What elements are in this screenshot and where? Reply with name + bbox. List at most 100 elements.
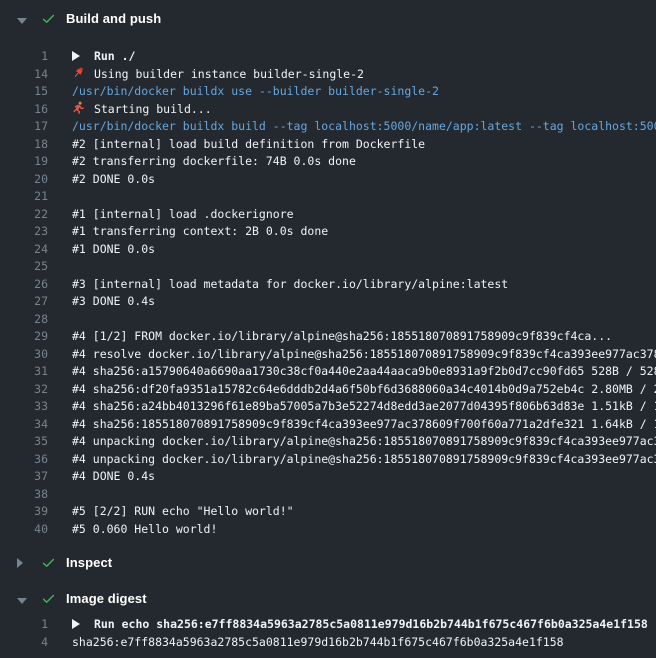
log-line[interactable]: 35#4 unpacking docker.io/library/alpine@… bbox=[0, 433, 656, 451]
log-text: /usr/bin/docker buildx build --tag local… bbox=[48, 118, 656, 136]
check-success-icon bbox=[41, 555, 57, 570]
log-line[interactable]: 24#1 DONE 0.0s bbox=[0, 241, 656, 259]
line-number[interactable]: 33 bbox=[0, 398, 48, 416]
line-number[interactable]: 25 bbox=[0, 258, 48, 276]
log-line[interactable]: 27#3 DONE 0.4s bbox=[0, 293, 656, 311]
line-number[interactable]: 16 bbox=[0, 101, 48, 119]
play-icon bbox=[72, 617, 87, 635]
play-icon bbox=[72, 49, 87, 67]
log-text: #4 DONE 0.4s bbox=[48, 468, 155, 486]
log-line[interactable]: 40#5 0.060 Hello world! bbox=[0, 521, 656, 539]
section-title: Inspect bbox=[66, 555, 112, 570]
section-header-build-and-push[interactable]: Build and push bbox=[0, 0, 656, 36]
line-number[interactable]: 38 bbox=[0, 486, 48, 504]
line-number[interactable]: 36 bbox=[0, 451, 48, 469]
log-line[interactable]: 29#4 [1/2] FROM docker.io/library/alpine… bbox=[0, 328, 656, 346]
line-number[interactable]: 29 bbox=[0, 328, 48, 346]
line-number[interactable]: 31 bbox=[0, 363, 48, 381]
line-number[interactable]: 30 bbox=[0, 346, 48, 364]
chevron-down-icon[interactable] bbox=[17, 9, 29, 28]
check-success-icon bbox=[41, 11, 57, 26]
log-line[interactable]: 20#2 DONE 0.0s bbox=[0, 171, 656, 189]
log-line[interactable]: 30#4 resolve docker.io/library/alpine@sh… bbox=[0, 346, 656, 364]
line-number[interactable]: 39 bbox=[0, 503, 48, 521]
log-line[interactable]: 21 bbox=[0, 188, 656, 206]
section-header-inspect[interactable]: Inspect bbox=[0, 544, 656, 580]
log-line[interactable]: 33#4 sha256:a24bb4013296f61e89ba57005a7b… bbox=[0, 398, 656, 416]
line-number[interactable]: 19 bbox=[0, 153, 48, 171]
log-text: #1 [internal] load .dockerignore bbox=[48, 206, 294, 224]
line-number[interactable]: 1 bbox=[0, 48, 48, 66]
log-section-inspect: Inspect bbox=[0, 544, 656, 580]
log-line[interactable]: 14 Using builder instance builder-single… bbox=[0, 66, 656, 84]
check-success-icon bbox=[41, 591, 57, 606]
log-text: #2 [internal] load build definition from… bbox=[48, 136, 425, 154]
log-text: #4 sha256:a15790640a6690aa1730c38cf0a440… bbox=[48, 363, 656, 381]
log-line[interactable]: 38 bbox=[0, 486, 656, 504]
line-number[interactable]: 27 bbox=[0, 293, 48, 311]
line-number[interactable]: 28 bbox=[0, 311, 48, 329]
log-line[interactable]: 15/usr/bin/docker buildx use --builder b… bbox=[0, 83, 656, 101]
log-text: #1 DONE 0.0s bbox=[48, 241, 155, 259]
log-line[interactable]: 17/usr/bin/docker buildx build --tag loc… bbox=[0, 118, 656, 136]
log-text: /usr/bin/docker buildx use --builder bui… bbox=[48, 83, 439, 101]
log-text: #3 DONE 0.4s bbox=[48, 293, 155, 311]
line-number[interactable]: 24 bbox=[0, 241, 48, 259]
log-text: #4 sha256:185518070891758909c9f839cf4ca3… bbox=[48, 416, 656, 434]
line-number[interactable]: 23 bbox=[0, 223, 48, 241]
line-number[interactable]: 14 bbox=[0, 66, 48, 84]
log-line[interactable]: 37#4 DONE 0.4s bbox=[0, 468, 656, 486]
line-number[interactable]: 32 bbox=[0, 381, 48, 399]
line-number[interactable]: 26 bbox=[0, 276, 48, 294]
log-line[interactable]: 1 Run echo sha256:e7ff8834a5963a2785c5a0… bbox=[0, 616, 656, 634]
log-line[interactable]: 22#1 [internal] load .dockerignore bbox=[0, 206, 656, 224]
section-header-image-digest[interactable]: Image digest bbox=[0, 580, 656, 616]
pushpin-icon bbox=[72, 66, 87, 85]
log-line[interactable]: 19#2 transferring dockerfile: 74B 0.0s d… bbox=[0, 153, 656, 171]
log-text: #4 resolve docker.io/library/alpine@sha2… bbox=[48, 346, 656, 364]
line-number[interactable]: 20 bbox=[0, 171, 48, 189]
workflow-log-viewer: Build and push 1 Run ./14 Using builder … bbox=[0, 0, 656, 651]
log-line[interactable]: 23#1 transferring context: 2B 0.0s done bbox=[0, 223, 656, 241]
log-section-image-digest: Image digest 1 Run echo sha256:e7ff8834a… bbox=[0, 580, 656, 651]
log-line[interactable]: 26#3 [internal] load metadata for docker… bbox=[0, 276, 656, 294]
log-line[interactable]: 1 Run ./ bbox=[0, 48, 656, 66]
line-number[interactable]: 1 bbox=[0, 616, 48, 634]
chevron-down-icon[interactable] bbox=[17, 589, 29, 608]
log-line[interactable]: 18#2 [internal] load build definition fr… bbox=[0, 136, 656, 154]
line-number[interactable]: 18 bbox=[0, 136, 48, 154]
line-number[interactable]: 21 bbox=[0, 188, 48, 206]
line-number[interactable]: 40 bbox=[0, 521, 48, 539]
log-line[interactable]: 36#4 unpacking docker.io/library/alpine@… bbox=[0, 451, 656, 469]
log-line[interactable]: 34#4 sha256:185518070891758909c9f839cf4c… bbox=[0, 416, 656, 434]
log-lines-build-and-push: 1 Run ./14 Using builder instance builde… bbox=[0, 48, 656, 538]
log-line[interactable]: 32#4 sha256:df20fa9351a15782c64e6dddb2d4… bbox=[0, 381, 656, 399]
log-text: #1 transferring context: 2B 0.0s done bbox=[48, 223, 328, 241]
log-line[interactable]: 28 bbox=[0, 311, 656, 329]
line-number[interactable]: 37 bbox=[0, 468, 48, 486]
log-text: #4 [1/2] FROM docker.io/library/alpine@s… bbox=[48, 328, 612, 346]
section-title: Build and push bbox=[66, 11, 161, 26]
line-number[interactable]: 34 bbox=[0, 416, 48, 434]
log-line[interactable]: 31#4 sha256:a15790640a6690aa1730c38cf0a4… bbox=[0, 363, 656, 381]
log-line[interactable]: 16 Starting build... bbox=[0, 101, 656, 119]
log-text: sha256:e7ff8834a5963a2785c5a0811e979d16b… bbox=[48, 634, 564, 652]
line-number[interactable]: 17 bbox=[0, 118, 48, 136]
log-line[interactable]: 25 bbox=[0, 258, 656, 276]
log-line[interactable]: 39#5 [2/2] RUN echo "Hello world!" bbox=[0, 503, 656, 521]
log-text: #4 sha256:df20fa9351a15782c64e6dddb2d4a6… bbox=[48, 381, 656, 399]
line-number[interactable]: 35 bbox=[0, 433, 48, 451]
log-text: #4 sha256:a24bb4013296f61e89ba57005a7b3e… bbox=[48, 398, 656, 416]
runner-icon bbox=[72, 101, 87, 120]
log-text: #4 unpacking docker.io/library/alpine@sh… bbox=[48, 451, 656, 469]
line-number[interactable]: 15 bbox=[0, 83, 48, 101]
log-text: #5 0.060 Hello world! bbox=[48, 521, 217, 539]
log-text: #4 unpacking docker.io/library/alpine@sh… bbox=[48, 433, 656, 451]
line-number[interactable]: 22 bbox=[0, 206, 48, 224]
log-line[interactable]: 4sha256:e7ff8834a5963a2785c5a0811e979d16… bbox=[0, 634, 656, 652]
line-number[interactable]: 4 bbox=[0, 634, 48, 652]
log-text: #2 transferring dockerfile: 74B 0.0s don… bbox=[48, 153, 356, 171]
log-text: #3 [internal] load metadata for docker.i… bbox=[48, 276, 508, 294]
log-text: Run echo sha256:e7ff8834a5963a2785c5a081… bbox=[48, 616, 648, 635]
chevron-right-icon[interactable] bbox=[17, 553, 29, 572]
